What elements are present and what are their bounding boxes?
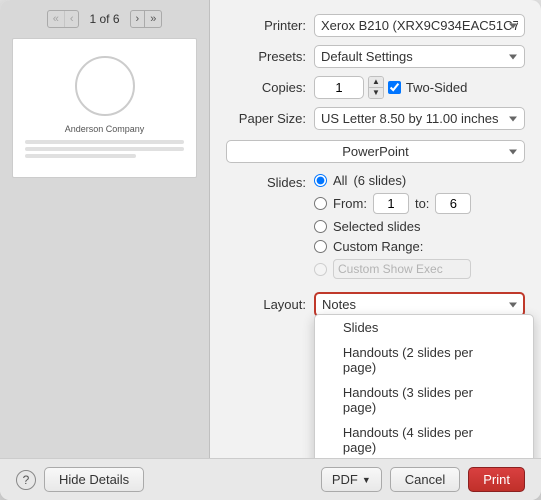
slides-count: (6 slides) <box>353 173 406 188</box>
printer-select[interactable]: Xerox B210 (XRX9C934EAC51C7) <box>314 14 525 37</box>
settings-panel: Printer: Xerox B210 (XRX9C934EAC51C7) Pr… <box>210 0 541 458</box>
preview-panel: « ‹ 1 of 6 › » Anderson Company <box>0 0 210 458</box>
custom-show-select: Custom Show Exec <box>333 259 471 279</box>
paper-size-select[interactable]: US Letter 8.50 by 11.00 inches <box>314 107 525 130</box>
pdf-button[interactable]: PDF ▼ <box>321 467 382 492</box>
to-label: to: <box>415 196 429 211</box>
layout-label: Layout: <box>226 297 306 312</box>
selected-slides-radio[interactable] <box>314 220 327 233</box>
layout-dropdown-menu: Slides Handouts (2 slides per page) Hand… <box>314 314 534 458</box>
slide-navigation: « ‹ 1 of 6 › » <box>47 10 163 28</box>
next-button[interactable]: › <box>131 11 146 27</box>
powerpoint-section-wrapper: PowerPoint <box>226 140 525 163</box>
two-sided-label: Two-Sided <box>388 80 467 95</box>
paper-size-select-wrapper: US Letter 8.50 by 11.00 inches <box>314 107 525 130</box>
from-input[interactable] <box>373 193 409 214</box>
to-input[interactable] <box>435 193 471 214</box>
presets-select-wrapper: Default Settings <box>314 45 525 68</box>
prev-prev-button[interactable]: « <box>48 11 65 27</box>
slide-company-name: Anderson Company <box>65 124 145 134</box>
custom-range-label: Custom Range: <box>333 239 423 254</box>
slide-preview: Anderson Company <box>12 38 197 178</box>
slides-row: Slides: All (6 slides) From: to: <box>226 173 525 284</box>
prev-button[interactable]: ‹ <box>65 11 79 27</box>
all-slides-row: All (6 slides) <box>314 173 471 188</box>
page-indicator: 1 of 6 <box>89 12 119 26</box>
all-label: All <box>333 173 347 188</box>
two-sided-checkbox[interactable] <box>388 81 401 94</box>
slide-line-1 <box>25 140 184 144</box>
dropdown-item-handouts-2[interactable]: Handouts (2 slides per page) <box>315 340 533 380</box>
next-next-button[interactable]: » <box>145 11 161 27</box>
hide-details-button[interactable]: Hide Details <box>44 467 144 492</box>
paper-size-label: Paper Size: <box>226 111 306 126</box>
cancel-button[interactable]: Cancel <box>390 467 460 492</box>
from-label: From: <box>333 196 367 211</box>
custom-show-radio <box>314 263 327 276</box>
copies-increment[interactable]: ▲ <box>369 77 383 88</box>
from-slides-row: From: to: <box>314 193 471 214</box>
from-slides-radio[interactable] <box>314 197 327 210</box>
selected-slides-label: Selected slides <box>333 219 420 234</box>
powerpoint-section-select[interactable]: PowerPoint <box>226 140 525 163</box>
section-row: ➔ PowerPoint <box>226 140 525 163</box>
slide-line-2 <box>25 147 184 151</box>
bottom-bar: ? Hide Details PDF ▼ Cancel Print <box>0 458 541 500</box>
nav-button-group: « ‹ <box>47 10 80 28</box>
copies-row: Copies: ▲ ▼ Two-Sided <box>226 76 525 99</box>
copies-decrement[interactable]: ▼ <box>369 88 383 98</box>
copies-label: Copies: <box>226 80 306 95</box>
presets-label: Presets: <box>226 49 306 64</box>
paper-size-row: Paper Size: US Letter 8.50 by 11.00 inch… <box>226 107 525 130</box>
printer-select-wrapper: Xerox B210 (XRX9C934EAC51C7) <box>314 14 525 37</box>
copies-input[interactable] <box>314 76 364 99</box>
all-slides-radio[interactable] <box>314 174 327 187</box>
help-button[interactable]: ? <box>16 470 36 490</box>
slides-label: Slides: <box>226 173 306 190</box>
printer-label: Printer: <box>226 18 306 33</box>
copies-stepper: ▲ ▼ <box>368 76 384 99</box>
print-button[interactable]: Print <box>468 467 525 492</box>
presets-select[interactable]: Default Settings <box>314 45 525 68</box>
pdf-chevron-icon: ▼ <box>362 475 371 485</box>
print-dialog: « ‹ 1 of 6 › » Anderson Company <box>0 0 541 500</box>
custom-show-row: Custom Show Exec <box>314 259 471 279</box>
layout-container: Layout: Notes Slides Handou <box>226 292 525 317</box>
slide-line-3 <box>25 154 136 158</box>
dropdown-item-slides[interactable]: Slides <box>315 315 533 340</box>
dropdown-item-handouts-4[interactable]: Handouts (4 slides per page) <box>315 420 533 458</box>
dropdown-item-handouts-3[interactable]: Handouts (3 slides per page) <box>315 380 533 420</box>
custom-range-row: Custom Range: <box>314 239 471 254</box>
slide-text-lines <box>25 140 184 161</box>
next-button-group: › » <box>130 10 163 28</box>
printer-row: Printer: Xerox B210 (XRX9C934EAC51C7) <box>226 14 525 37</box>
custom-range-radio[interactable] <box>314 240 327 253</box>
slides-options: All (6 slides) From: to: Selected slides <box>314 173 471 284</box>
presets-row: Presets: Default Settings <box>226 45 525 68</box>
selected-slides-row: Selected slides <box>314 219 471 234</box>
slide-circle-graphic <box>75 56 135 116</box>
